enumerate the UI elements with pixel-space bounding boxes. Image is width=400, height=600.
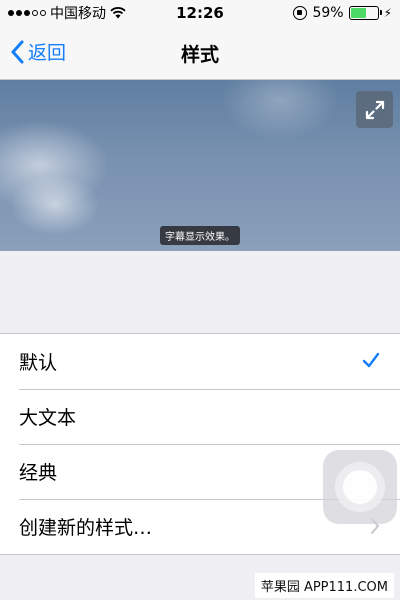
subtitle-sample-text: 字幕显示效果。 <box>160 226 240 245</box>
list-item-label: 默认 <box>19 352 58 374</box>
status-bar: 中国移动 12:26 59% ⚡︎ <box>0 0 400 26</box>
page-title: 样式 <box>180 44 219 66</box>
carrier-name: 中国移动 <box>50 6 106 22</box>
expand-icon <box>365 100 384 119</box>
checkmark-icon <box>362 352 380 368</box>
status-left: 中国移动 <box>8 3 126 23</box>
list-item-label: 大文本 <box>19 407 77 429</box>
style-option-default[interactable]: 默认 <box>0 334 400 389</box>
battery-percent: 59% <box>312 5 344 21</box>
status-time: 12:26 <box>176 4 224 22</box>
subtitle-preview-video: 字幕显示效果。 <box>0 80 400 251</box>
charging-bolt-icon: ⚡︎ <box>383 6 392 20</box>
list-item-label: 创建新的样式… <box>19 517 153 539</box>
wifi-icon <box>110 7 126 19</box>
list-item-label: 经典 <box>19 462 58 484</box>
signal-strength-icon <box>8 10 46 16</box>
watermark: 苹果园 APP111.COM <box>254 573 394 598</box>
status-right: 59% ⚡︎ <box>293 5 392 21</box>
navigation-bar: 返回 样式 <box>0 26 400 80</box>
style-option-large-text[interactable]: 大文本 <box>0 389 400 444</box>
orientation-lock-icon <box>293 6 308 20</box>
fullscreen-button[interactable] <box>356 91 393 128</box>
assistive-touch-button[interactable] <box>323 450 397 524</box>
battery-icon <box>348 6 382 20</box>
